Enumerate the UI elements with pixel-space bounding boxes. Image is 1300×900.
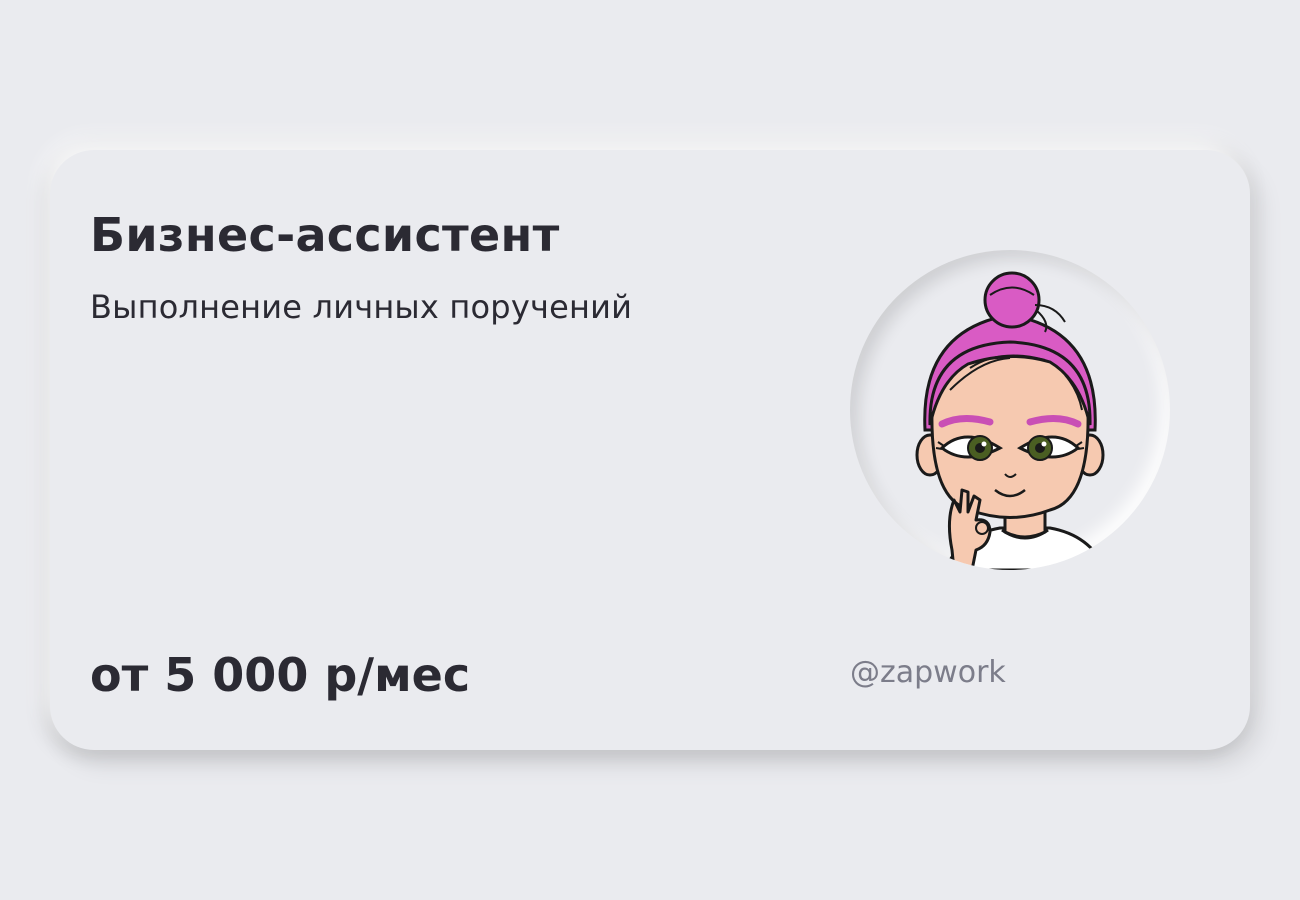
card-price: от 5 000 р/мес [90, 648, 471, 702]
service-card[interactable]: Бизнес-ассистент Выполнение личных поруч… [50, 150, 1250, 750]
card-title: Бизнес-ассистент [90, 208, 560, 262]
brand-handle: @zapwork [850, 655, 1006, 690]
avatar [850, 250, 1170, 570]
card-subtitle: Выполнение личных поручений [90, 288, 633, 326]
cartoon-girl-avatar-icon [915, 271, 1108, 570]
